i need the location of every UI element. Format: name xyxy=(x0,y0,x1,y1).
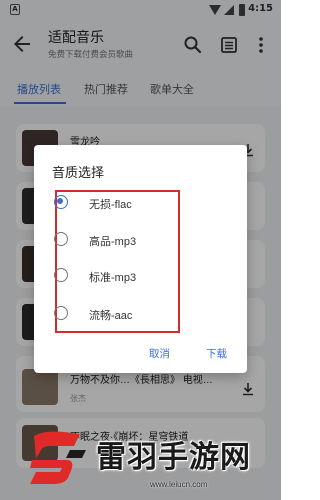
watermark: 雷羽手游网 www.leiucn.com xyxy=(0,418,281,500)
option-label: 流畅-aac xyxy=(89,310,133,322)
option-label: 无损-flac xyxy=(89,199,132,211)
radio-button[interactable] xyxy=(54,232,68,246)
quality-dialog: 音质选择 无损-flac 高品-mp3 标准-mp3 流畅-aac 取消 下载 xyxy=(34,145,247,373)
radio-button[interactable] xyxy=(54,195,68,209)
watermark-logo xyxy=(24,428,90,486)
option-flac[interactable]: 无损-flac xyxy=(52,191,222,215)
watermark-url: www.leiucn.com xyxy=(150,480,208,489)
download-button[interactable]: 下载 xyxy=(206,346,227,361)
cancel-button[interactable]: 取消 xyxy=(149,346,170,361)
radio-button[interactable] xyxy=(54,268,68,282)
watermark-text: 雷羽手游网 xyxy=(96,440,251,475)
option-label: 标准-mp3 xyxy=(89,272,137,284)
option-hq-mp3[interactable]: 高品-mp3 xyxy=(52,228,222,252)
radio-button[interactable] xyxy=(54,306,68,320)
option-aac[interactable]: 流畅-aac xyxy=(52,302,222,326)
dialog-title: 音质选择 xyxy=(52,165,105,180)
option-std-mp3[interactable]: 标准-mp3 xyxy=(52,264,222,288)
option-label: 高品-mp3 xyxy=(89,236,137,248)
